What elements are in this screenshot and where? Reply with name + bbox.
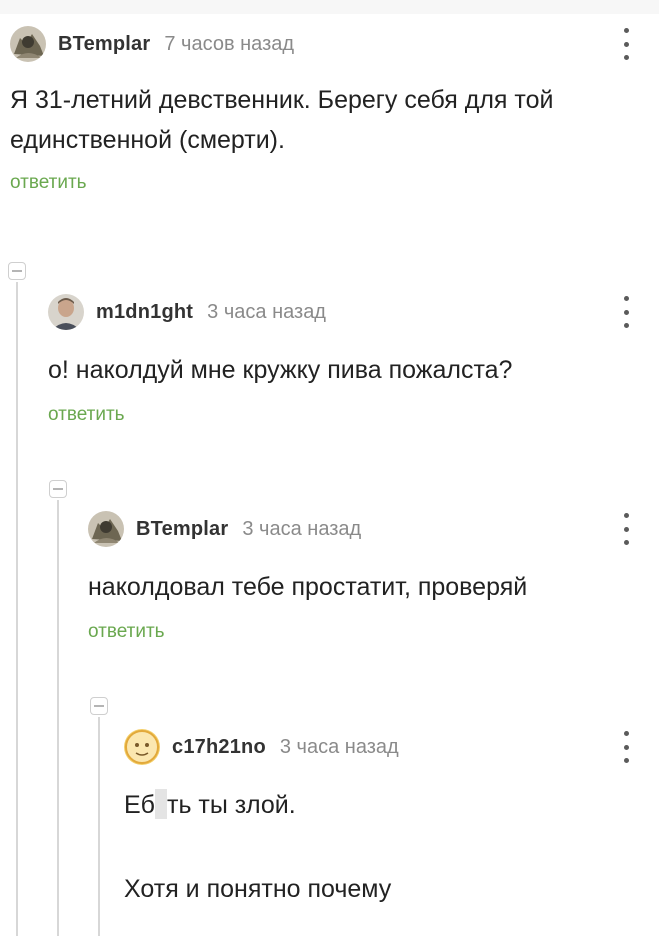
comment-text-part: ть ты злой. — [167, 791, 296, 819]
avatar[interactable] — [10, 26, 46, 62]
more-options-icon[interactable] — [616, 513, 636, 545]
reply-link[interactable]: ответить — [48, 404, 125, 426]
username[interactable]: c17h21no — [172, 736, 266, 759]
timestamp: 7 часов назад — [164, 32, 295, 55]
top-bar — [0, 0, 659, 14]
comment-2: m1dn1ght 3 часа назад о! наколдуй мне кр… — [48, 292, 636, 426]
thread-line — [57, 500, 59, 936]
more-options-icon[interactable] — [616, 28, 636, 60]
timestamp: 3 часа назад — [279, 735, 399, 758]
comment-text: наколдовал тебе простатит, проверяй — [88, 573, 528, 601]
thread-line — [16, 282, 18, 936]
comment-text: Еб ть ты злой. — [124, 785, 636, 825]
username[interactable]: BTemplar — [58, 33, 150, 56]
comment-1: BTemplar 7 часов назад Я 31-летний девст… — [10, 24, 636, 194]
comment-header: c17h21no 3 часа назад — [124, 727, 636, 767]
thread-line — [98, 717, 100, 936]
avatar[interactable] — [48, 294, 84, 330]
more-options-icon[interactable] — [616, 296, 636, 328]
reply-link[interactable]: ответить — [88, 621, 165, 643]
timestamp: 3 часа назад — [242, 517, 362, 540]
reply-link[interactable]: ответить — [10, 172, 87, 194]
comment-text-line: Хотя и понятно почему — [124, 875, 392, 903]
comment-3: BTemplar 3 часа назад наколдовал тебе пр… — [88, 509, 636, 643]
comment-4: c17h21no 3 часа назад Еб ть ты злой. Хотя… — [124, 727, 636, 909]
more-options-icon[interactable] — [616, 731, 636, 763]
censor-block — [155, 789, 167, 819]
collapse-thread-icon[interactable] — [49, 480, 67, 498]
comment-header: BTemplar 7 часов назад — [10, 24, 636, 64]
username[interactable]: BTemplar — [136, 518, 228, 541]
comment-header: m1dn1ght 3 часа назад — [48, 292, 636, 332]
avatar[interactable] — [124, 729, 160, 765]
username[interactable]: m1dn1ght — [96, 301, 193, 324]
collapse-thread-icon[interactable] — [8, 262, 26, 280]
comment-text: Я 31-летний девственник. Берегу себя для… — [10, 86, 554, 154]
avatar[interactable] — [88, 511, 124, 547]
comment-text-part: Еб — [124, 791, 155, 819]
comment-header: BTemplar 3 часа назад — [88, 509, 636, 549]
comment-text: о! наколдуй мне кружку пива пожалста? — [48, 356, 513, 384]
collapse-thread-icon[interactable] — [90, 697, 108, 715]
timestamp: 3 часа назад — [207, 300, 326, 323]
